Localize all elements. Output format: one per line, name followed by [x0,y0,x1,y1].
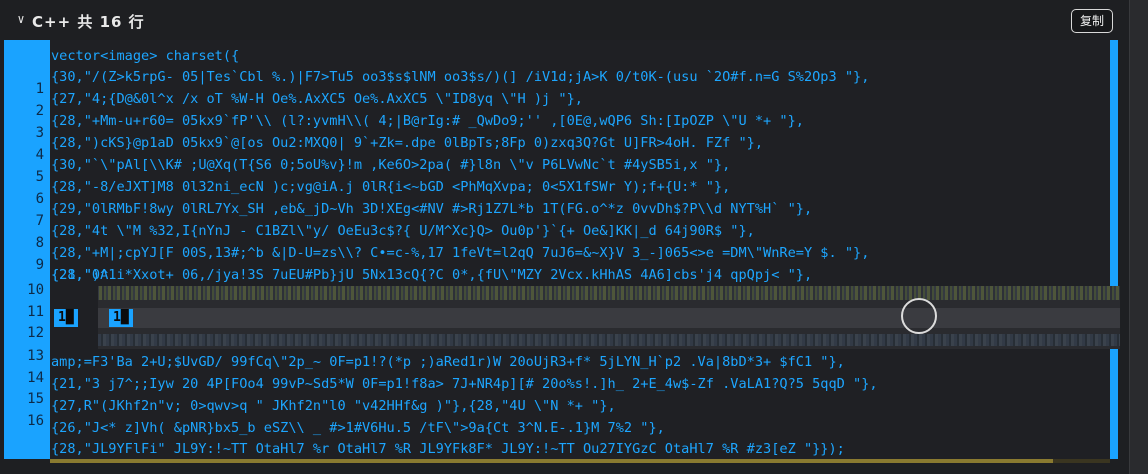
horizontal-scrollbar[interactable] [50,459,1110,463]
scrollbar-thumb[interactable] [50,459,1053,463]
code-line: {30,"/(Z>k5rpG- 05|Tes`Cbl %.)|F7>Tu5 oo… [51,69,870,85]
code-line: {28,"-8/eJXT]M8 0l32ni_ecN )c;vg@iA.j 0l… [51,179,731,195]
copy-button[interactable]: 复制 [1071,9,1113,33]
line-number: 16 [27,413,44,429]
rendering-glitch-band [50,286,1120,349]
code-line: {21,"3 j7^;;Iyw 20 4P[FOo4 99vP~Sd5*W 0F… [51,376,878,392]
code-line: {29,"0lRMbF!8wy 0lRL7Yx_SH ,eb&_jD~Vh 3D… [51,201,813,217]
line-number: 3 [35,125,44,141]
line-number: 15 [27,391,44,407]
line-number: 8 [35,235,44,251]
line-number: 14 [27,370,44,386]
line-number: 11 [27,304,44,320]
code-block-panel: ∨ C++ 共 16 行 复制 1 2 3 4 5 6 7 8 9 10 11 … [0,0,1130,474]
glitch-strip-top [50,286,1120,300]
code-line: {28,"+Mm-u+r60= 05kx9`fP'\\ (l?:yvmH\\( … [51,113,804,129]
code-line: {28,"JL9YFlFi" JL9Y:!~TT OtaHl7 %r OtaHl… [51,441,845,457]
glitch-number-chip: 1█ [54,309,78,327]
line-number: 12 [27,325,44,341]
code-block-title: C++ 共 16 行 [32,13,145,31]
code-line: {28,")^1i*Xxot+ 06,/jya!3S 7uEU#Pb}jU 5N… [51,267,813,283]
line-number: 13 [27,348,44,364]
line-number: 5 [35,169,44,185]
code-line: amp;=F3'Ba 2+U;$UvGD/ 99fCq\"2p_~ 0F=p1!… [51,354,845,370]
code-line: {28,"+M|;cpYJ[F 00S,13#;^b &|D-U=zs\\? C… [51,245,870,261]
pointer-cursor-icon [901,298,937,334]
line-number: 4 [35,147,44,163]
code-line: {30,"`\"pAl[\\K# ;U@Xq(T{S6 0;5oU%v}!m ,… [51,157,731,173]
code-line: {28,"4t \"M %32,I{nYnJ - C1BZl\"y/ OeEu3… [51,223,755,239]
line-number: 10 [27,282,44,298]
line-number: 2 [35,103,44,119]
line-number: 1 [35,81,44,97]
right-accent-bar [1110,40,1118,459]
chevron-down-icon[interactable]: ∨ [14,12,28,26]
line-number: 9 [35,257,44,273]
code-line: {21,"0A [51,267,109,283]
code-line: {27,R"(JKhf2n"v; 0>qwv>q " JKhf2n"l0 "v4… [51,398,616,414]
glitch-number-chip: 1█ [109,309,133,327]
code-block-header[interactable]: ∨ C++ 共 16 行 复制 [0,0,1129,40]
line-numbers: 1 2 3 4 5 6 7 8 9 10 11 12 13 14 15 16 [4,40,50,459]
line-number: 6 [35,191,44,207]
glitch-strip-bottom [50,334,1120,346]
line-number: 7 [35,213,44,229]
highlighted-row [50,308,1120,328]
code-line: {28,")cKS}@p1aD 05kx9`@[os Ou2:MXQ0| 9`+… [51,135,764,151]
code-line: {27,"4;{D@&0l^x /x oT %W-H Oe%.AxXC5 Oe%… [51,91,583,107]
code-line: {26,"J<* z]Vh( &pNR}bx5_b eSZ\\ _ #>1#V6… [51,420,665,436]
code-line: vector<image> charset({ [51,48,240,64]
